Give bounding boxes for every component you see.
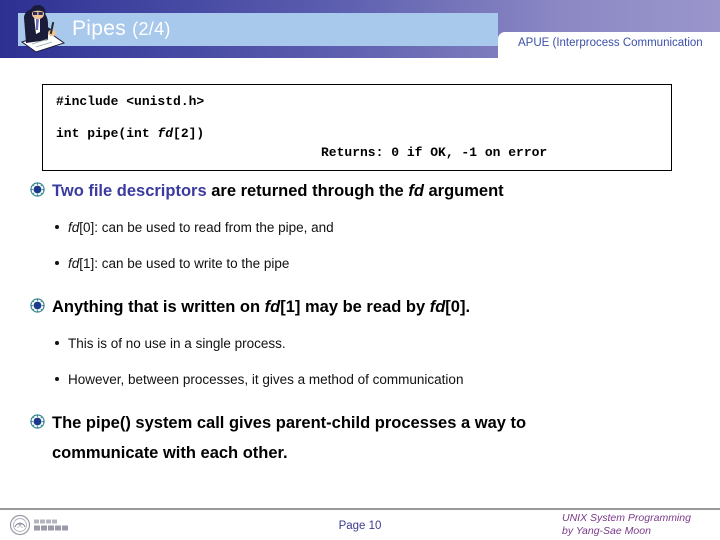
code-returns-line: Returns: 0 if OK, -1 on error — [321, 145, 548, 160]
bullet-1-rest-italic: fd — [408, 182, 424, 200]
prototype-prefix: int pipe(int — [56, 126, 158, 141]
sub-bullet-2-2-text: However, between processes, it gives a m… — [68, 372, 464, 387]
sub-bullet-2-1-text: This is of no use in a single process. — [68, 336, 286, 351]
sub-bullet-1-1-text: [0]: can be used to read from the pipe, … — [79, 220, 334, 235]
footer-credit: UNIX System Programming by Yang-Sae Moon — [562, 512, 712, 538]
page-title: Pipes (2/4) — [72, 15, 171, 43]
bullet-level1-2: Anything that is written on fd[1] may be… — [0, 292, 720, 322]
bullet-2-italic2: fd — [429, 298, 446, 316]
slide-header: Pipes (2/4) APUE (Interprocess Communica… — [0, 0, 720, 58]
prototype-suffix: [2]) — [173, 126, 205, 141]
writing-person-icon — [20, 5, 66, 53]
ornament-bullet-icon — [30, 298, 45, 313]
bullet-block-1: Two file descriptors are returned throug… — [0, 176, 720, 282]
footer-credit-line1: UNIX System Programming — [562, 512, 691, 524]
code-synopsis-box: #include <unistd.h> int pipe(int fd[2]) … — [42, 84, 672, 171]
dot-bullet-icon — [55, 377, 59, 381]
bullet-2-part1: Anything that is written on — [52, 298, 265, 316]
chapter-label-text: APUE (Interprocess Communication — [518, 37, 703, 49]
bullet-3-text: The pipe() system call gives parent-chil… — [52, 414, 527, 462]
sub-bullet-1-2-italic: fd — [68, 256, 80, 271]
bullet-2-part3: [0]. — [445, 298, 471, 316]
bullet-block-3: The pipe() system call gives parent-chil… — [0, 408, 720, 468]
dot-bullet-icon — [55, 225, 59, 229]
sub-bullet-1-1: fd[0]: can be used to read from the pipe… — [0, 210, 720, 246]
prototype-param: fd — [157, 126, 174, 141]
bullet-level1-3: The pipe() system call gives parent-chil… — [0, 408, 720, 468]
page-title-number: (2/4) — [132, 19, 171, 39]
sub-bullet-1-1-italic: fd — [68, 220, 80, 235]
bullet-1-highlight: Two file descriptors — [52, 182, 207, 200]
sub-bullet-2-2: However, between processes, it gives a m… — [0, 362, 720, 398]
footer-credit-line2: by Yang-Sae Moon — [562, 525, 651, 537]
dot-bullet-icon — [55, 341, 59, 345]
page-title-text: Pipes — [72, 17, 127, 40]
bullet-2-italic1: fd — [264, 298, 281, 316]
chapter-label-box: APUE (Interprocess Communication — [498, 32, 720, 58]
sub-bullet-1-2-text: [1]: can be used to write to the pipe — [79, 256, 290, 271]
ornament-bullet-icon — [30, 414, 45, 429]
dot-bullet-icon — [55, 261, 59, 265]
bullet-level1-1: Two file descriptors are returned throug… — [0, 176, 720, 206]
bullet-block-2: Anything that is written on fd[1] may be… — [0, 292, 720, 398]
sub-bullet-1-2: fd[1]: can be used to write to the pipe — [0, 246, 720, 282]
bullet-2-part2: [1] may be read by — [280, 298, 430, 316]
code-include-line: #include <unistd.h> — [56, 94, 205, 109]
bullet-1-rest-prefix: are returned through the — [206, 182, 409, 200]
code-prototype-line: int pipe(int fd[2]) — [56, 126, 204, 141]
ornament-bullet-icon — [30, 182, 45, 197]
sub-bullet-2-1: This is of no use in a single process. — [0, 326, 720, 362]
bullet-1-rest-suffix: argument — [423, 182, 504, 200]
